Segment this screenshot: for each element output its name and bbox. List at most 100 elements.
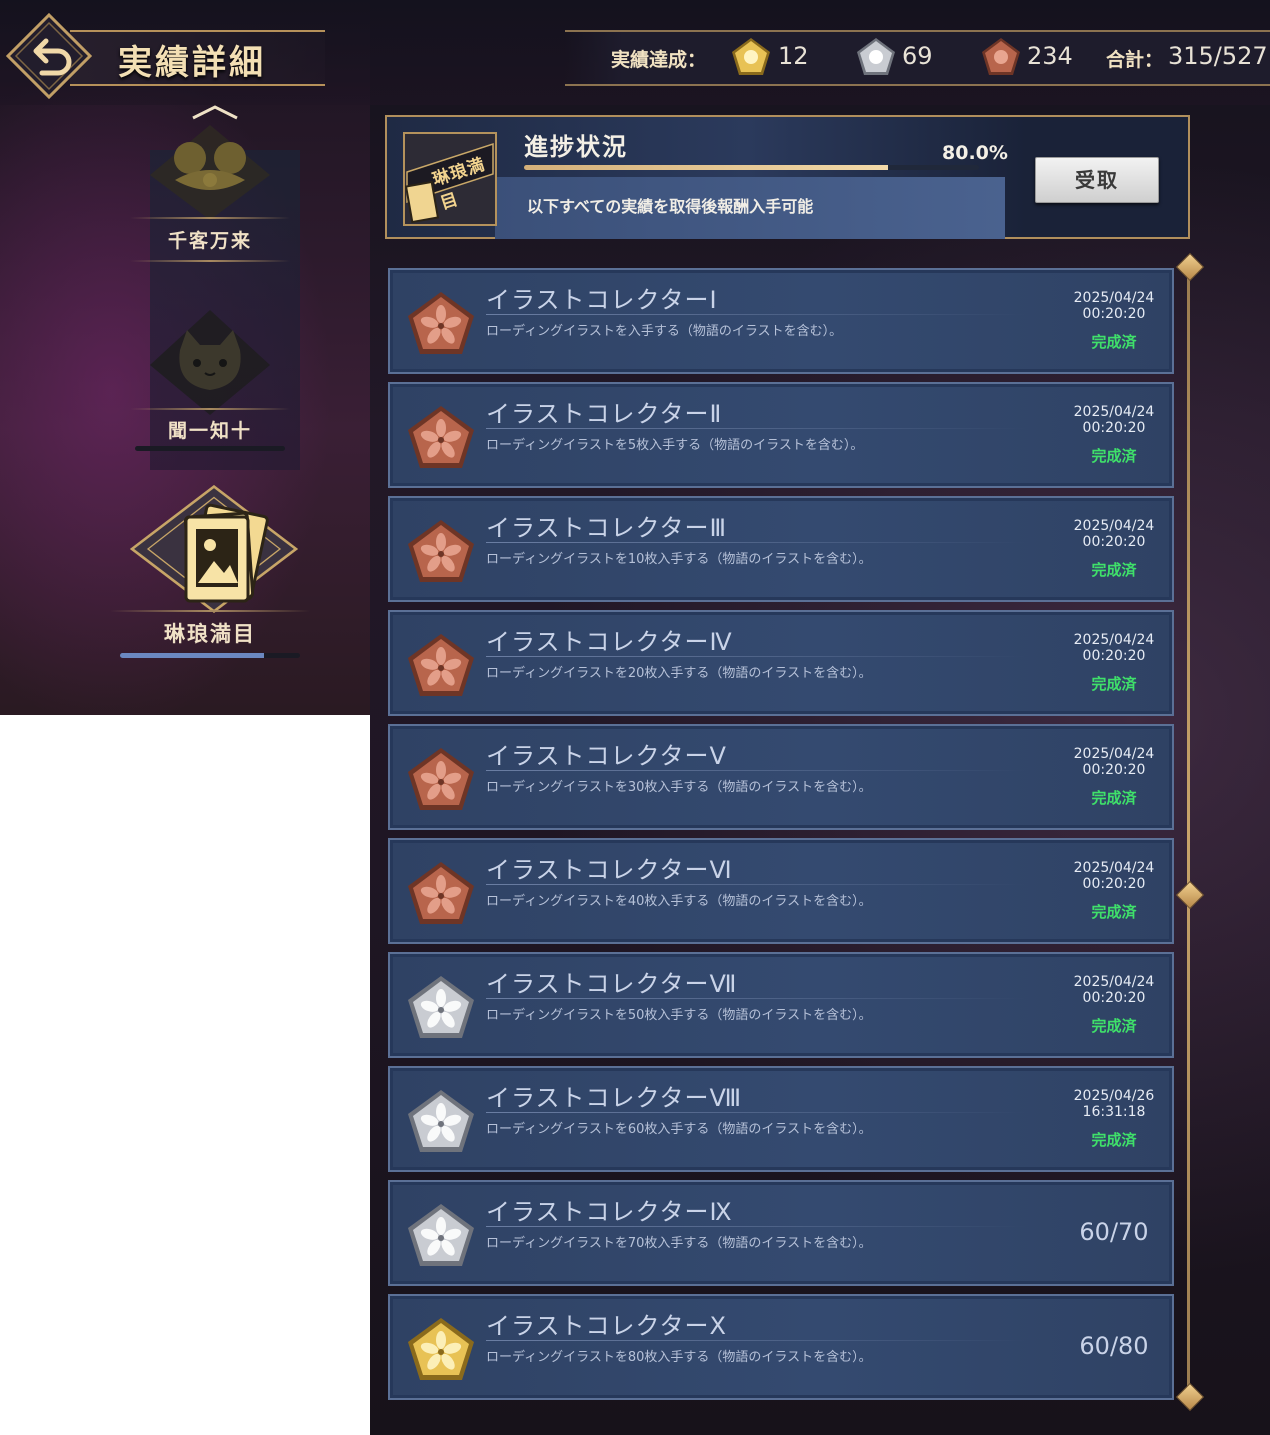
progress-description: 以下すべての実績を取得後報酬入手可能 <box>527 197 814 216</box>
gold-count: 12 <box>778 42 809 70</box>
achievement-divider <box>486 1226 1026 1227</box>
achievement-status: 完成済 <box>1091 1017 1137 1035</box>
achievement-divider <box>486 1112 1026 1113</box>
achievement-description: ローディングイラストを10枚入手する（物語のイラストを含む）。 <box>486 552 872 567</box>
silver-medal-icon <box>408 1204 474 1266</box>
achievement-divider <box>486 770 1026 771</box>
achievement-date-day: 2025/04/24 <box>1073 518 1155 534</box>
achievement-title: イラストコレクターⅡ <box>486 400 723 428</box>
progress-percent: 80.0% <box>942 142 1008 164</box>
achievement-description: ローディングイラストを30枚入手する（物語のイラストを含む）。 <box>486 780 872 795</box>
achievement-progress-count: 60/70 <box>1079 1218 1149 1246</box>
achievement-status: 完成済 <box>1091 675 1137 693</box>
achievement-title: イラストコレクターⅢ <box>486 514 728 542</box>
bronze-medal-icon <box>408 748 474 810</box>
progress-panel: 琳琅満目 進捗状況 80.0% 以下すべての実績を取得後報酬入手可能 受取 <box>385 115 1190 239</box>
sidebar-item-bunichi[interactable]: 聞一知十 <box>110 300 310 460</box>
achievement-title: イラストコレクターⅨ <box>486 1198 733 1226</box>
silver-count: 69 <box>902 42 933 70</box>
sidebar-item-senkyaku[interactable]: 千客万来 <box>110 120 310 265</box>
achievement-description: ローディングイラストを5枚入手する（物語のイラストを含む）。 <box>486 438 864 453</box>
achievement-date: 2025/04/24 00:20:20 <box>1054 290 1174 322</box>
achievement-date-day: 2025/04/24 <box>1073 974 1155 990</box>
achievement-description: ローディングイラストを60枚入手する（物語のイラストを含む）。 <box>486 1122 872 1137</box>
back-button[interactable] <box>6 13 92 99</box>
achievement-divider <box>486 428 1026 429</box>
achievement-date: 2025/04/24 00:20:20 <box>1054 632 1174 664</box>
achievement-date-day: 2025/04/24 <box>1073 860 1155 876</box>
achievement-date-time: 00:20:20 <box>1082 876 1146 892</box>
bronze-medal-icon <box>408 520 474 582</box>
total-label: 合計： <box>1106 49 1164 71</box>
achievement-description: ローディングイラストを入手する（物語のイラストを含む）。 <box>486 324 843 339</box>
achievement-badge: 琳琅満目 <box>403 132 497 226</box>
achievement-divider <box>486 1340 1026 1341</box>
achievement-status: 完成済 <box>1091 903 1137 921</box>
achievement-date: 2025/04/24 00:20:20 <box>1054 746 1174 778</box>
achievement-divider <box>486 884 1026 885</box>
progress-bar <box>524 165 979 170</box>
achievement-title: イラストコレクターⅤ <box>486 742 727 770</box>
page-title: 実績詳細 <box>118 43 266 83</box>
progress-title: 進捗状況 <box>524 133 628 161</box>
achievement-date-time: 00:20:20 <box>1082 306 1146 322</box>
achievement-row[interactable]: イラストコレクターⅨ ローディングイラストを70枚入手する（物語のイラストを含む… <box>388 1180 1174 1286</box>
sidebar-label: 千客万来 <box>167 230 252 252</box>
sidebar-item-rinrou[interactable]: 琳琅満目 <box>110 485 310 665</box>
achievement-row[interactable]: イラストコレクターⅥ ローディングイラストを40枚入手する（物語のイラストを含む… <box>388 838 1174 944</box>
achievement-title: イラストコレクターⅦ <box>486 970 738 998</box>
achievement-description: ローディングイラストを70枚入手する（物語のイラストを含む）。 <box>486 1236 872 1251</box>
achievement-divider <box>486 656 1026 657</box>
achievement-description: ローディングイラストを40枚入手する（物語のイラストを含む）。 <box>486 894 872 909</box>
achievement-row[interactable]: イラストコレクターⅤ ローディングイラストを30枚入手する（物語のイラストを含む… <box>388 724 1174 830</box>
claim-button[interactable]: 受取 <box>1035 157 1159 203</box>
bronze-medal-icon <box>982 38 1020 75</box>
total-value: 315/527 <box>1168 42 1268 70</box>
achievement-date-day: 2025/04/24 <box>1073 290 1155 306</box>
achievement-description: ローディングイラストを50枚入手する（物語のイラストを含む）。 <box>486 1008 872 1023</box>
achievement-date: 2025/04/24 00:20:20 <box>1054 974 1174 1006</box>
achievement-status: 完成済 <box>1091 561 1137 579</box>
achievement-row[interactable]: イラストコレクターⅣ ローディングイラストを20枚入手する（物語のイラストを含む… <box>388 610 1174 716</box>
achievement-date-day: 2025/04/24 <box>1073 632 1155 648</box>
achievement-date: 2025/04/26 16:31:18 <box>1054 1088 1174 1120</box>
silver-medal-icon <box>408 976 474 1038</box>
achievement-row[interactable]: イラストコレクターⅩ ローディングイラストを80枚入手する（物語のイラストを含む… <box>388 1294 1174 1400</box>
achievement-row[interactable]: イラストコレクターⅡ ローディングイラストを5枚入手する（物語のイラストを含む）… <box>388 382 1174 488</box>
sidebar-progress-fill <box>120 653 264 658</box>
achievement-progress-count: 60/80 <box>1079 1332 1149 1360</box>
sidebar-label: 琳琅満目 <box>164 622 256 646</box>
silver-medal-icon <box>408 1090 474 1152</box>
achievement-date: 2025/04/24 00:20:20 <box>1054 404 1174 436</box>
achievement-description: ローディングイラストを20枚入手する（物語のイラストを含む）。 <box>486 666 872 681</box>
achievement-date-day: 2025/04/26 <box>1073 1088 1155 1104</box>
gold-medal-icon <box>408 1318 474 1380</box>
achievement-row[interactable]: イラストコレクターⅦ ローディングイラストを50枚入手する（物語のイラストを含む… <box>388 952 1174 1058</box>
achievement-status: 完成済 <box>1091 789 1137 807</box>
achievement-date: 2025/04/24 00:20:20 <box>1054 518 1174 550</box>
bronze-count: 234 <box>1027 42 1073 70</box>
achievement-date-time: 00:20:20 <box>1082 990 1146 1006</box>
scroll-up-icon[interactable] <box>190 103 240 121</box>
achievement-stats-label: 実績達成： <box>611 49 707 71</box>
achievement-divider <box>486 542 1026 543</box>
achievement-title: イラストコレクターⅥ <box>486 856 733 884</box>
achievement-row[interactable]: イラストコレクターⅢ ローディングイラストを10枚入手する（物語のイラストを含む… <box>388 496 1174 602</box>
achievement-title: イラストコレクターⅩ <box>486 1312 728 1340</box>
achievement-description: ローディングイラストを80枚入手する（物語のイラストを含む）。 <box>486 1350 872 1365</box>
scrollbar-track[interactable] <box>1187 265 1190 1397</box>
picture-cards-icon <box>130 485 298 613</box>
achievement-date-time: 00:20:20 <box>1082 648 1146 664</box>
achievement-date-time: 16:31:18 <box>1082 1104 1146 1120</box>
bronze-medal-icon <box>408 634 474 696</box>
achievement-date-time: 00:20:20 <box>1082 420 1146 436</box>
achievement-divider <box>486 998 1026 999</box>
achievement-date-time: 00:20:20 <box>1082 534 1146 550</box>
achievement-date-time: 00:20:20 <box>1082 762 1146 778</box>
achievement-title: イラストコレクターⅠ <box>486 286 718 314</box>
bell-ribbon-icon <box>150 125 270 220</box>
achievement-status: 完成済 <box>1091 1131 1137 1149</box>
achievement-status: 完成済 <box>1091 333 1137 351</box>
achievement-row[interactable]: イラストコレクターⅠ ローディングイラストを入手する（物語のイラストを含む）。 … <box>388 268 1174 374</box>
achievement-row[interactable]: イラストコレクターⅧ ローディングイラストを60枚入手する（物語のイラストを含む… <box>388 1066 1174 1172</box>
